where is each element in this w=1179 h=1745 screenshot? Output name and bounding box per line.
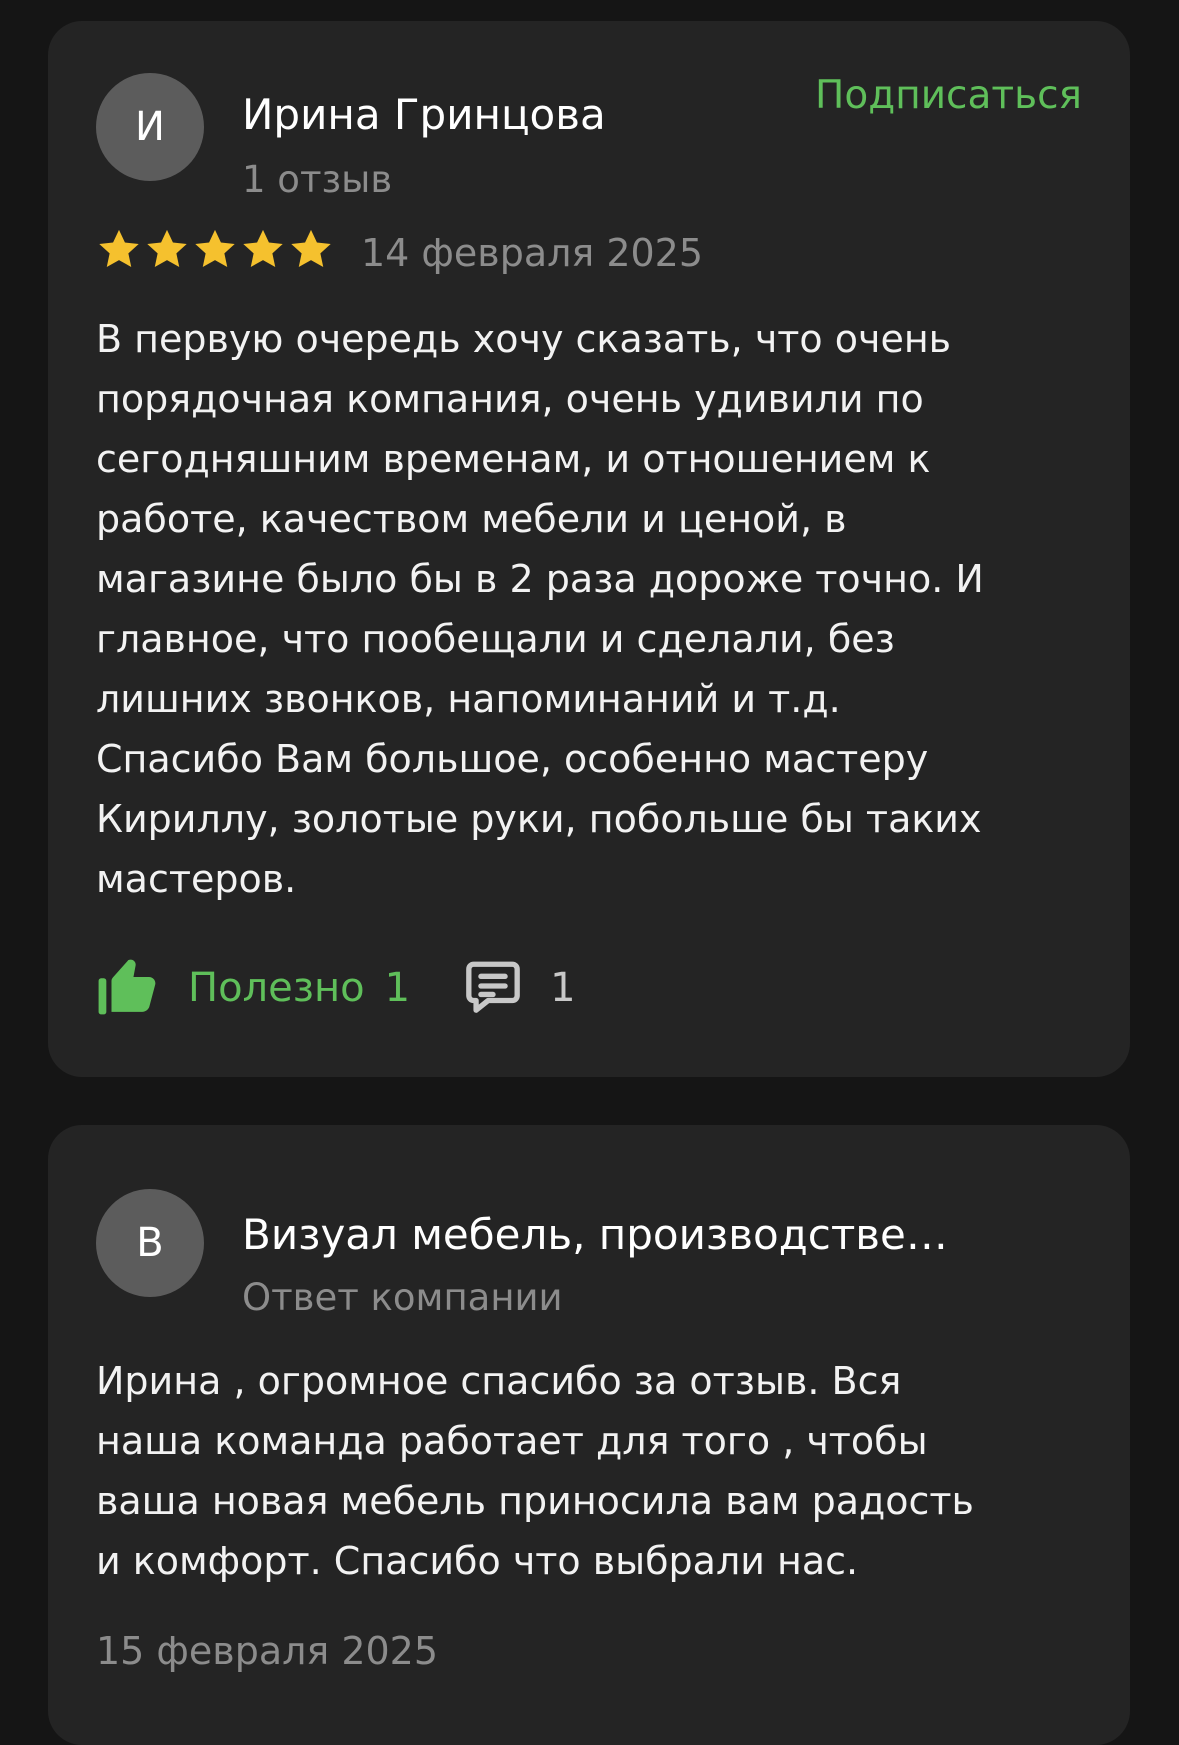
reply-card: В Визуал мебель, производстве… Ответ ком… xyxy=(48,1125,1130,1745)
thumbs-up-icon xyxy=(96,955,158,1021)
author-avatar[interactable]: И xyxy=(96,73,204,181)
reply-date: 15 февраля 2025 xyxy=(96,1629,439,1673)
company-name[interactable]: Визуал мебель, производстве… xyxy=(242,1209,948,1261)
comments-button[interactable]: 1 xyxy=(464,957,576,1019)
helpful-label: Полезно xyxy=(188,965,365,1011)
company-avatar[interactable]: В xyxy=(96,1189,204,1297)
review-card: И Ирина Гринцова 1 отзыв Подписаться 14 … xyxy=(48,21,1130,1077)
author-avatar-letter: И xyxy=(135,104,165,150)
company-avatar-letter: В xyxy=(136,1220,164,1266)
comments-count: 1 xyxy=(550,965,576,1011)
reply-subtitle: Ответ компании xyxy=(242,1276,563,1319)
review-actions: Полезно 1 1 xyxy=(96,953,576,1023)
author-review-count: 1 отзыв xyxy=(242,158,393,201)
helpful-count: 1 xyxy=(384,965,411,1011)
author-name[interactable]: Ирина Гринцова xyxy=(242,89,606,141)
subscribe-button[interactable]: Подписаться xyxy=(815,71,1082,121)
star-icon xyxy=(240,227,286,271)
star-icon xyxy=(144,227,190,271)
reply-text: Ирина , огромное спасибо за отзыв. Вся н… xyxy=(96,1359,974,1583)
star-icon xyxy=(288,227,334,271)
star-icon xyxy=(96,227,142,271)
star-icon xyxy=(192,227,238,271)
comment-icon xyxy=(464,957,522,1019)
review-text: В первую очередь хочу сказать, что очень… xyxy=(96,317,984,901)
rating-stars xyxy=(96,227,334,271)
review-date: 14 февраля 2025 xyxy=(361,231,704,275)
helpful-button[interactable]: Полезно 1 xyxy=(96,955,410,1021)
